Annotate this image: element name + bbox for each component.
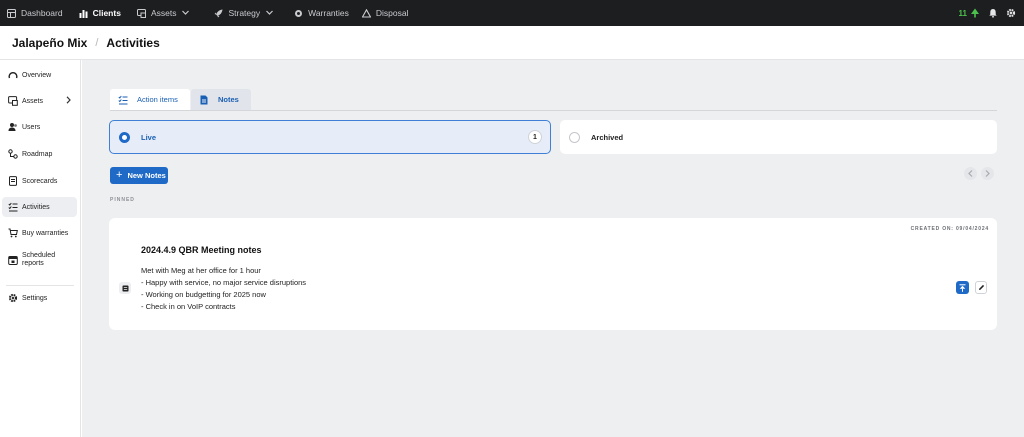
sidebar-item-buy-warranties[interactable]: Buy warranties	[2, 223, 77, 243]
radio-selected[interactable]	[119, 131, 130, 143]
sidebar-item-label: Roadmap	[22, 150, 53, 158]
note-title: 2024.4.9 QBR Meeting notes	[141, 245, 262, 255]
new-notes-label: New Notes	[127, 171, 166, 180]
nav-assets[interactable]: Assets	[136, 0, 190, 26]
scorecard-icon	[8, 176, 18, 186]
sidebar-divider	[6, 285, 74, 286]
assets-icon	[8, 96, 18, 106]
nav-strategy[interactable]: Strategy	[214, 0, 274, 26]
filter-live-label: Live	[141, 132, 157, 142]
tab-bar: Action items Notes	[110, 89, 997, 111]
plus-icon: +	[116, 169, 123, 181]
chevron-left-icon	[968, 170, 973, 177]
roadmap-icon	[8, 149, 18, 159]
note-line: - Working on budgetting for 2025 now	[141, 290, 266, 299]
sidebar-item-settings[interactable]: Settings	[2, 288, 77, 308]
cart-icon	[8, 228, 18, 238]
rocket-icon	[214, 9, 223, 18]
bell-icon[interactable]	[988, 8, 998, 18]
overview-icon	[8, 70, 18, 80]
sidebar-item-overview[interactable]: Overview	[2, 65, 77, 85]
checklist-icon	[118, 95, 128, 105]
gear-icon	[8, 293, 18, 303]
tab-label: Notes	[218, 95, 239, 104]
tab-action-items[interactable]: Action items	[110, 89, 190, 110]
sidebar-item-label: Buy warranties	[22, 229, 69, 237]
pin-button[interactable]	[956, 281, 969, 294]
bar-chart-icon	[79, 9, 88, 18]
nav-disposal[interactable]: Disposal	[361, 0, 409, 26]
pin-icon	[959, 283, 966, 292]
sidebar-item-roadmap[interactable]: Roadmap	[2, 144, 77, 164]
sidebar: Overview Assets Users Roadmap Scorecards…	[0, 60, 81, 437]
sidebar-item-label: Users	[22, 123, 41, 131]
sidebar-item-scorecards[interactable]: Scorecards	[2, 171, 77, 191]
nav-warranties-label: Warranties	[308, 8, 349, 18]
nav-disposal-label: Disposal	[375, 8, 409, 18]
breadcrumb-separator: /	[95, 36, 99, 49]
sidebar-item-label: Settings	[22, 294, 48, 302]
count-badge: 1	[528, 130, 542, 144]
sidebar-item-label: Scorecards	[22, 177, 58, 185]
filter-archived-card[interactable]: Archived	[560, 120, 997, 154]
note-document-icon	[119, 282, 131, 294]
chevron-down-icon	[266, 10, 274, 17]
sidebar-item-label: Overview	[22, 71, 52, 79]
activities-icon	[8, 202, 18, 212]
note-line: - Check in on VoIP contracts	[141, 302, 236, 311]
sidebar-item-activities[interactable]: Activities	[2, 197, 77, 217]
filter-live-card[interactable]: Live 1	[109, 120, 551, 154]
nav-dashboard-label: Dashboard	[21, 8, 63, 18]
tree-icon[interactable]	[970, 8, 980, 18]
top-nav: Dashboard Clients Assets Strategy Warran…	[0, 0, 1024, 26]
new-notes-button[interactable]: + New Notes	[110, 167, 168, 184]
tab-notes[interactable]: Notes	[191, 89, 251, 110]
sidebar-item-label-line1: Scheduled	[22, 252, 56, 259]
sidebar-item-label: Activities	[22, 203, 50, 211]
sidebar-item-label-line2: reports	[22, 260, 44, 267]
next-page-button[interactable]	[981, 167, 994, 180]
pinned-section-label: PINNED	[110, 197, 135, 203]
nav-clients-label: Clients	[92, 8, 121, 18]
sidebar-item-users[interactable]: Users	[2, 117, 77, 137]
note-line: Met with Meg at her office for 1 hour	[141, 266, 261, 275]
warranty-icon	[294, 9, 303, 18]
nav-assets-label: Assets	[150, 8, 177, 18]
sidebar-item-scheduled-reports[interactable]: Scheduled reports	[2, 248, 77, 272]
prev-page-button[interactable]	[964, 167, 977, 180]
tab-label: Action items	[137, 95, 178, 104]
document-icon	[199, 95, 209, 105]
breadcrumb-client[interactable]: Jalapeño Mix	[12, 36, 87, 50]
main-content: Action items Notes Live 1 Archived + New…	[82, 60, 1024, 437]
edit-button[interactable]	[975, 281, 987, 294]
filter-archived-label: Archived	[591, 132, 624, 142]
sidebar-item-assets[interactable]: Assets	[2, 91, 77, 111]
note-line: - Happy with service, no major service d…	[141, 278, 307, 287]
page-title: Activities	[106, 35, 160, 50]
tree-count: 11	[958, 8, 967, 18]
dashboard-icon	[7, 8, 16, 18]
chevron-down-icon	[182, 10, 190, 17]
pencil-icon	[978, 284, 984, 290]
note-created-date: CREATED ON: 09/04/2024	[910, 226, 989, 232]
chevron-right-icon	[985, 170, 990, 177]
calendar-icon	[8, 255, 18, 265]
nav-dashboard[interactable]: Dashboard	[7, 0, 63, 26]
page-header: Jalapeño Mix / Activities	[0, 26, 1024, 60]
nav-clients[interactable]: Clients	[79, 0, 121, 26]
sidebar-item-label: Scheduled reports	[22, 252, 55, 268]
users-icon	[8, 122, 18, 132]
assets-icon	[136, 8, 146, 18]
gear-icon[interactable]	[1006, 8, 1016, 18]
sidebar-item-label: Assets	[22, 97, 44, 105]
nav-strategy-label: Strategy	[228, 8, 261, 18]
recycle-icon	[361, 8, 371, 18]
radio-unselected[interactable]	[569, 131, 580, 143]
nav-right-tools: 11	[959, 0, 1024, 26]
chevron-right-icon	[66, 96, 71, 106]
nav-warranties[interactable]: Warranties	[294, 0, 349, 26]
note-card[interactable]: CREATED ON: 09/04/2024 2024.4.9 QBR Meet…	[109, 218, 997, 330]
